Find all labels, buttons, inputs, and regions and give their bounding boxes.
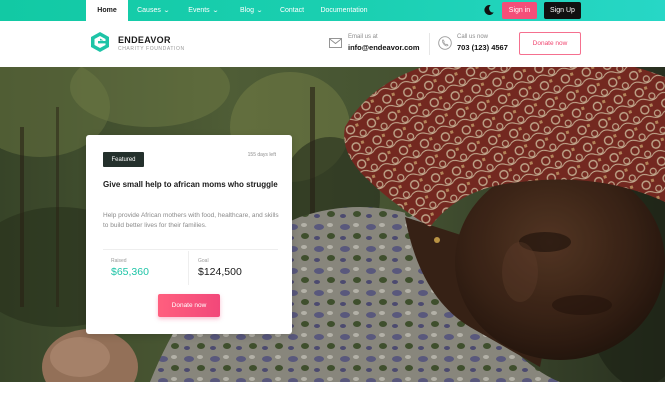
- nav-item-label: Blog: [239, 7, 254, 14]
- email-link[interactable]: info@endeavor.com: [348, 43, 420, 52]
- goal-label: Goal: [198, 258, 209, 264]
- nav-item-home[interactable]: Home: [86, 0, 128, 21]
- days-left: 155 days left: [247, 152, 276, 158]
- nav-item-events[interactable]: Events ⌄: [178, 0, 228, 21]
- header-divider: [429, 33, 430, 55]
- logo-icon[interactable]: [89, 31, 111, 53]
- raised-amount: $65,360: [111, 266, 149, 278]
- chevron-down-icon: ⌄: [162, 8, 170, 14]
- raised-label: Raised: [111, 258, 127, 264]
- cause-title[interactable]: Give small help to african moms who stru…: [103, 178, 278, 191]
- donate-now-label: Donate now: [532, 40, 568, 47]
- site-header: ENDEAVOR CHARITY FOUNDATION Email us at …: [0, 21, 665, 67]
- chevron-down-icon: ⌄: [255, 8, 264, 14]
- main-nav: Home Causes ⌄ Events ⌄ Blog ⌄ Contact Do…: [86, 0, 378, 21]
- card-donate-button[interactable]: Donate now: [158, 294, 220, 317]
- moon-icon[interactable]: [483, 4, 495, 16]
- logo-tagline: CHARITY FOUNDATION: [118, 46, 185, 52]
- sign-up-label: Sign Up: [550, 7, 575, 14]
- nav-item-causes[interactable]: Causes ⌄: [128, 0, 178, 21]
- phone-link[interactable]: 703 (123) 4567: [457, 43, 508, 52]
- nav-item-contact[interactable]: Contact: [274, 0, 310, 21]
- sign-up-button[interactable]: Sign Up: [544, 2, 581, 19]
- nav-item-label: Events: [188, 7, 210, 14]
- call-label: Call us now: [457, 34, 489, 40]
- sign-in-button[interactable]: Sign in: [502, 2, 537, 19]
- logo-name[interactable]: ENDEAVOR: [118, 35, 171, 45]
- top-navbar: Home Causes ⌄ Events ⌄ Blog ⌄ Contact Do…: [0, 0, 665, 21]
- goal-amount: $124,500: [198, 266, 242, 278]
- stats-divider: [103, 249, 278, 250]
- nav-item-label: Documentation: [320, 7, 368, 14]
- donate-now-button[interactable]: Donate now: [519, 32, 581, 55]
- nav-item-documentation[interactable]: Documentation: [310, 0, 378, 21]
- nav-item-label: Contact: [279, 7, 305, 14]
- cause-description: Help provide African mothers with food, …: [103, 212, 279, 229]
- nav-item-label: Causes: [137, 7, 161, 14]
- email-label: Email us at: [348, 34, 378, 40]
- phone-icon: [438, 36, 452, 50]
- stats-separator: [188, 251, 189, 285]
- chevron-down-icon: ⌄: [211, 8, 219, 14]
- nav-item-blog[interactable]: Blog ⌄: [228, 0, 274, 21]
- featured-cause-card: Featured 155 days left Give small help t…: [86, 135, 292, 334]
- mail-icon: [329, 38, 342, 48]
- card-donate-label: Donate now: [171, 302, 207, 309]
- featured-badge: Featured: [103, 152, 144, 167]
- nav-item-label: Home: [97, 7, 117, 14]
- sign-in-label: Sign in: [508, 7, 531, 14]
